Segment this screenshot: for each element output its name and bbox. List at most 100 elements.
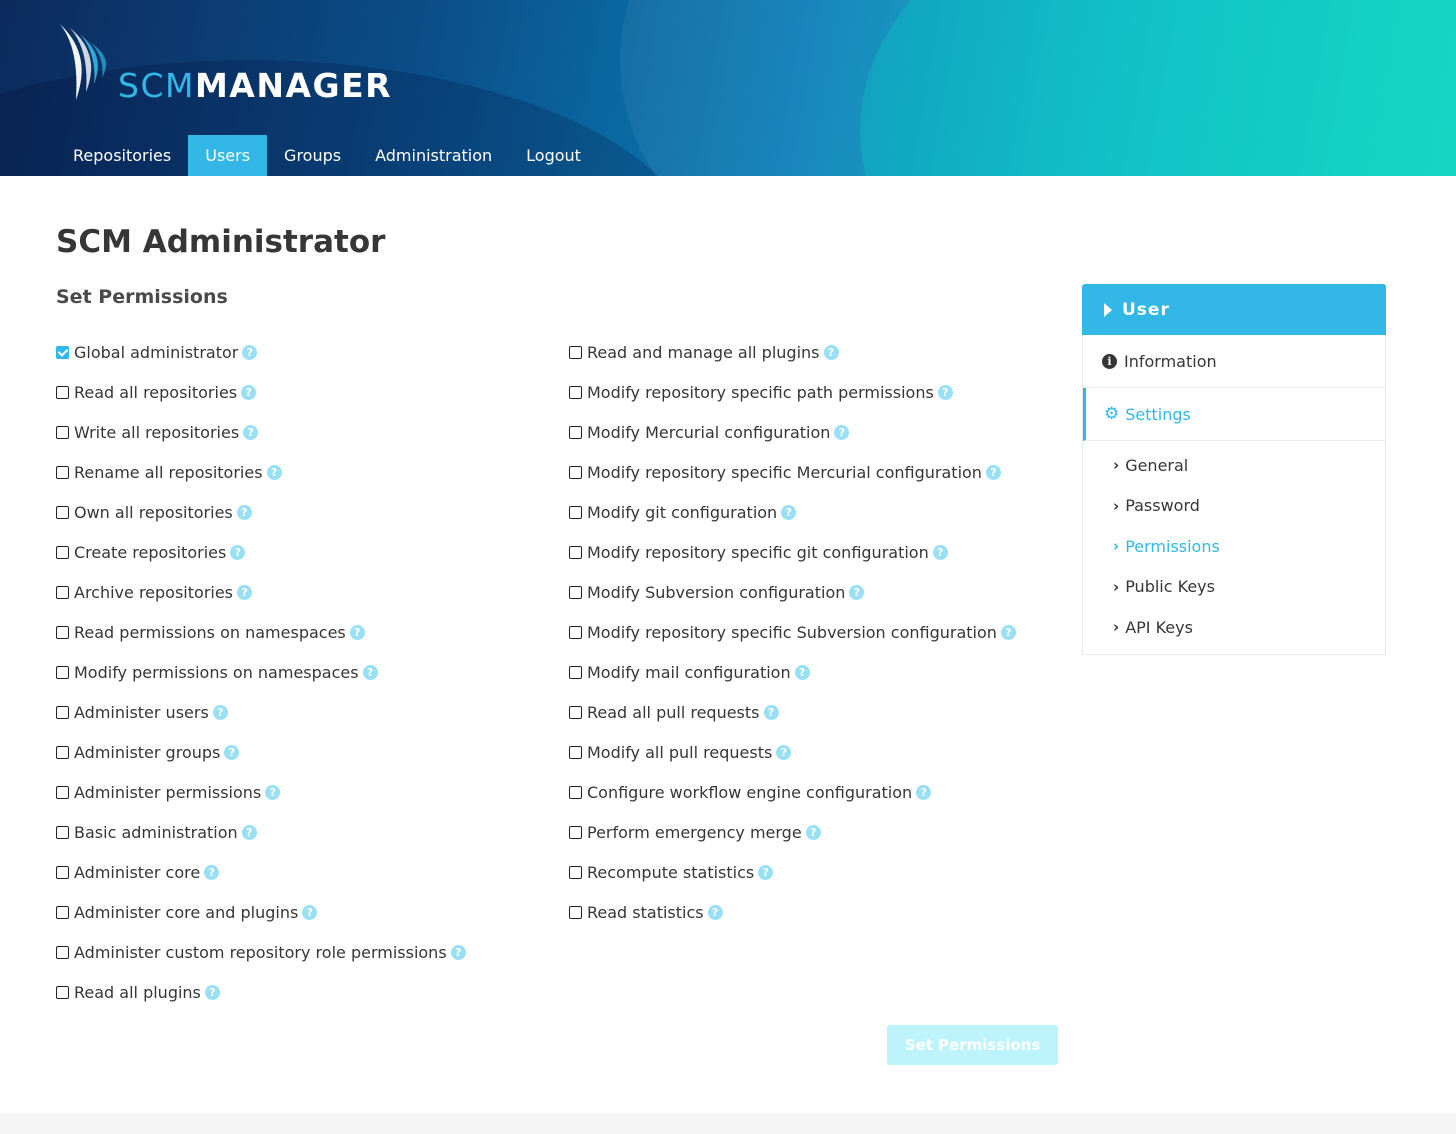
nav-logout[interactable]: Logout <box>509 135 598 176</box>
help-icon[interactable]: ? <box>241 384 257 400</box>
help-icon[interactable]: ? <box>805 824 821 840</box>
permission-checkbox[interactable] <box>569 345 582 359</box>
permission-row[interactable]: Own all repositories? <box>56 492 466 532</box>
help-icon[interactable]: ? <box>776 744 792 760</box>
help-icon[interactable]: ? <box>985 464 1001 480</box>
permission-row[interactable]: Read all repositories? <box>56 372 466 412</box>
permission-row[interactable]: Modify all pull requests? <box>569 732 1016 772</box>
help-icon[interactable]: ? <box>266 464 282 480</box>
permission-row[interactable]: Read and manage all plugins? <box>569 332 1016 372</box>
permission-checkbox[interactable] <box>56 545 69 559</box>
permission-row[interactable]: Rename all repositories? <box>56 452 466 492</box>
permission-checkbox[interactable] <box>56 465 69 479</box>
help-icon[interactable]: ? <box>781 504 797 520</box>
permission-checkbox[interactable] <box>569 865 582 879</box>
help-icon[interactable]: ? <box>937 384 953 400</box>
help-icon[interactable]: ? <box>265 784 281 800</box>
permission-checkbox[interactable] <box>56 865 69 879</box>
help-icon[interactable]: ? <box>349 624 365 640</box>
permission-checkbox[interactable] <box>56 345 69 359</box>
side-menu-header[interactable]: User <box>1082 284 1386 335</box>
help-icon[interactable]: ? <box>242 344 258 360</box>
permission-row[interactable]: Modify repository specific git configura… <box>569 532 1016 572</box>
nav-administration[interactable]: Administration <box>358 135 509 176</box>
help-icon[interactable]: ? <box>1000 624 1016 640</box>
permission-row[interactable]: Administer users? <box>56 692 466 732</box>
help-icon[interactable]: ? <box>763 704 779 720</box>
help-icon[interactable]: ? <box>932 544 948 560</box>
permission-checkbox[interactable] <box>569 745 582 759</box>
help-icon[interactable]: ? <box>450 944 466 960</box>
sidebar-item-settings[interactable]: ⚙ Settings <box>1083 388 1385 441</box>
help-icon[interactable]: ? <box>794 664 810 680</box>
permission-checkbox[interactable] <box>569 625 582 639</box>
permission-checkbox[interactable] <box>569 585 582 599</box>
permission-checkbox[interactable] <box>569 785 582 799</box>
help-icon[interactable]: ? <box>302 904 318 920</box>
permission-checkbox[interactable] <box>56 665 69 679</box>
permission-row[interactable]: Global administrator? <box>56 332 466 372</box>
help-icon[interactable]: ? <box>243 424 259 440</box>
nav-repositories[interactable]: Repositories <box>56 135 188 176</box>
permission-row[interactable]: Administer custom repository role permis… <box>56 932 466 972</box>
permission-row[interactable]: Administer groups? <box>56 732 466 772</box>
help-icon[interactable]: ? <box>212 704 228 720</box>
permission-checkbox[interactable] <box>56 745 69 759</box>
sidebar-subitem-general[interactable]: › General <box>1083 445 1385 486</box>
permission-row[interactable]: Modify repository specific Mercurial con… <box>569 452 1016 492</box>
sidebar-subitem-api-keys[interactable]: › API Keys <box>1083 607 1385 648</box>
help-icon[interactable]: ? <box>230 544 246 560</box>
permission-row[interactable]: Perform emergency merge? <box>569 812 1016 852</box>
permission-checkbox[interactable] <box>56 905 69 919</box>
sidebar-item-information[interactable]: i Information <box>1083 335 1385 388</box>
help-icon[interactable]: ? <box>758 864 774 880</box>
permission-row[interactable]: Modify permissions on namespaces? <box>56 652 466 692</box>
sidebar-subitem-public-keys[interactable]: › Public Keys <box>1083 567 1385 608</box>
permission-row[interactable]: Administer core and plugins? <box>56 892 466 932</box>
permission-checkbox[interactable] <box>569 505 582 519</box>
permission-row[interactable]: Modify Subversion configuration? <box>569 572 1016 612</box>
permission-checkbox[interactable] <box>569 465 582 479</box>
permission-row[interactable]: Modify repository specific Subversion co… <box>569 612 1016 652</box>
help-icon[interactable]: ? <box>224 744 240 760</box>
help-icon[interactable]: ? <box>707 904 723 920</box>
help-icon[interactable]: ? <box>237 584 253 600</box>
permission-checkbox[interactable] <box>569 425 582 439</box>
permission-checkbox[interactable] <box>569 545 582 559</box>
set-permissions-button[interactable]: Set Permissions <box>887 1025 1058 1065</box>
nav-groups[interactable]: Groups <box>267 135 358 176</box>
permission-row[interactable]: Basic administration? <box>56 812 466 852</box>
nav-users[interactable]: Users <box>188 135 268 176</box>
permission-checkbox[interactable] <box>56 585 69 599</box>
permission-checkbox[interactable] <box>569 385 582 399</box>
permission-row[interactable]: Archive repositories? <box>56 572 466 612</box>
permission-row[interactable]: Read all plugins? <box>56 972 466 1012</box>
permission-checkbox[interactable] <box>569 665 582 679</box>
permission-row[interactable]: Configure workflow engine configuration? <box>569 772 1016 812</box>
permission-checkbox[interactable] <box>56 825 69 839</box>
help-icon[interactable]: ? <box>204 984 220 1000</box>
scm-manager-logo[interactable]: SCMMANAGER <box>56 22 391 105</box>
permission-row[interactable]: Administer permissions? <box>56 772 466 812</box>
sidebar-subitem-permissions[interactable]: › Permissions <box>1083 526 1385 567</box>
permission-checkbox[interactable] <box>569 905 582 919</box>
permission-row[interactable]: Read all pull requests? <box>569 692 1016 732</box>
permission-row[interactable]: Read permissions on namespaces? <box>56 612 466 652</box>
permission-row[interactable]: Modify repository specific path permissi… <box>569 372 1016 412</box>
permission-checkbox[interactable] <box>56 625 69 639</box>
help-icon[interactable]: ? <box>834 424 850 440</box>
help-icon[interactable]: ? <box>241 824 257 840</box>
permission-checkbox[interactable] <box>569 705 582 719</box>
permission-checkbox[interactable] <box>569 825 582 839</box>
permission-row[interactable]: Write all repositories? <box>56 412 466 452</box>
help-icon[interactable]: ? <box>916 784 932 800</box>
permission-checkbox[interactable] <box>56 945 69 959</box>
permission-row[interactable]: Modify mail configuration? <box>569 652 1016 692</box>
permission-row[interactable]: Modify git configuration? <box>569 492 1016 532</box>
permission-row[interactable]: Create repositories? <box>56 532 466 572</box>
permission-checkbox[interactable] <box>56 705 69 719</box>
permission-checkbox[interactable] <box>56 425 69 439</box>
permission-row[interactable]: Recompute statistics? <box>569 852 1016 892</box>
permission-row[interactable]: Administer core? <box>56 852 466 892</box>
permission-row[interactable]: Modify Mercurial configuration? <box>569 412 1016 452</box>
